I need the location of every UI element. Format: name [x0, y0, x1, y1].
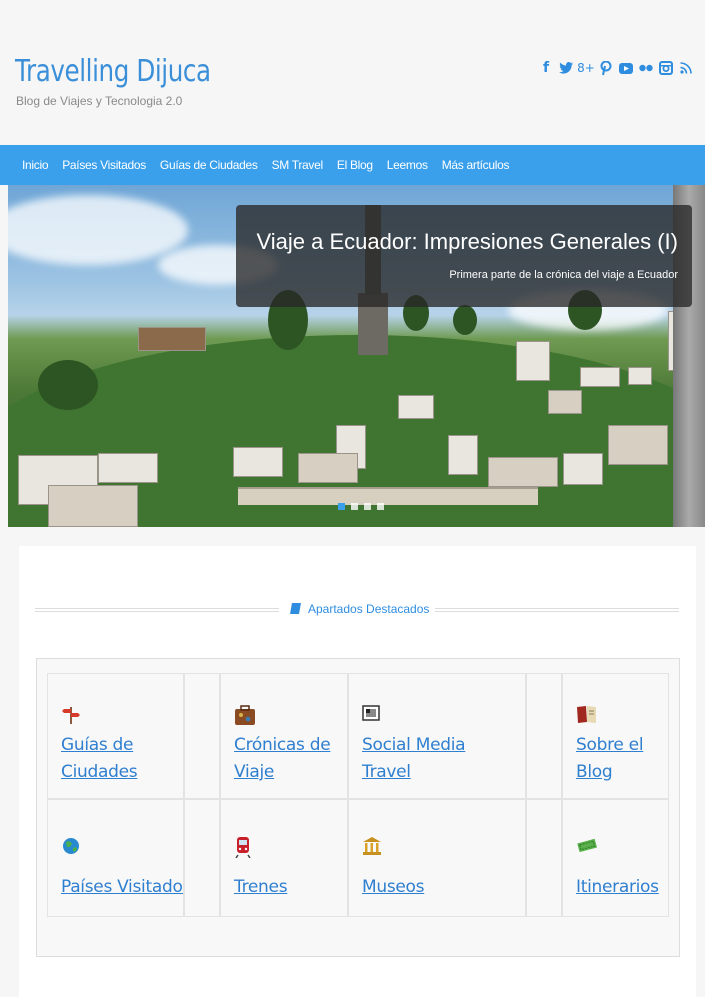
site-header: Travelling Dijuca Blog de Viajes y Tecno… — [0, 0, 705, 145]
globe-icon — [61, 836, 81, 856]
feature-cell-spacer — [184, 673, 220, 799]
house — [516, 341, 550, 381]
featured-section: Apartados Destacados Guías de Ciudades Cr… — [19, 546, 696, 997]
feature-cell-spacer — [526, 799, 562, 917]
house — [488, 457, 558, 487]
feature-link-cronicas-de-viaje[interactable]: Crónicas de Viaje — [234, 732, 331, 786]
nav-item-guias-de-ciudades[interactable]: Guías de Ciudades — [160, 158, 258, 172]
feature-link-museos[interactable]: Museos — [362, 874, 425, 901]
feature-link-guias-de-ciudades[interactable]: Guías de Ciudades — [61, 732, 138, 786]
section-title: Apartados Destacados — [290, 602, 429, 616]
site-tagline: Blog de Viajes y Tecnologia 2.0 — [16, 94, 183, 108]
social-links: f 8+ — [539, 60, 693, 76]
tree — [453, 305, 477, 335]
nav-item-el-blog[interactable]: El Blog — [337, 158, 373, 172]
rss-icon[interactable] — [679, 60, 693, 76]
features-grid: Guías de Ciudades Crónicas de Viaje Social… — [47, 673, 669, 917]
main-nav: Inicio Países Visitados Guías de Ciudade… — [0, 145, 705, 185]
nav-item-sm-travel[interactable]: SM Travel — [272, 158, 324, 172]
feature-cell: Guías de Ciudades — [47, 673, 184, 799]
feature-link-itinerarios[interactable]: Itinerarios — [576, 874, 659, 901]
feature-cell: Crónicas de Viaje — [220, 673, 348, 799]
nav-item-mas-articulos[interactable]: Más artículos — [442, 158, 510, 172]
nav-item-leemos[interactable]: Leemos — [387, 158, 428, 172]
pinterest-icon[interactable] — [599, 60, 613, 76]
suitcase-icon — [234, 704, 255, 725]
feature-cell-spacer — [526, 673, 562, 799]
feature-link-trenes[interactable]: Trenes — [234, 874, 288, 901]
museum-icon — [362, 836, 382, 856]
feature-cell: Países Visitados — [47, 799, 184, 917]
house — [233, 447, 283, 477]
house — [398, 395, 434, 419]
slide-title[interactable]: Viaje a Ecuador: Impresiones Generales (… — [257, 229, 678, 255]
house — [563, 453, 603, 485]
cloud — [8, 195, 188, 265]
house — [448, 435, 478, 475]
book-icon — [576, 704, 596, 724]
slide-dot[interactable] — [338, 503, 345, 510]
instagram-icon[interactable] — [659, 60, 673, 76]
slider-pagination — [338, 503, 384, 510]
tree — [38, 360, 98, 410]
house — [98, 453, 158, 483]
slide-subtitle: Primera parte de la crónica del viaje a … — [449, 269, 678, 281]
feature-link-social-media-travel[interactable]: Social Media Travel — [362, 732, 466, 786]
googleplus-icon[interactable]: 8+ — [577, 60, 595, 76]
hero-slider[interactable]: Viaje a Ecuador: Impresiones Generales (… — [8, 185, 705, 527]
picture-frame-icon — [362, 704, 382, 724]
house — [580, 367, 620, 387]
slide-dot[interactable] — [364, 503, 371, 510]
facebook-icon[interactable]: f — [539, 60, 553, 76]
twitter-icon[interactable] — [559, 60, 573, 76]
heading-divider — [435, 608, 679, 612]
nav-item-inicio[interactable]: Inicio — [22, 158, 49, 172]
house — [628, 367, 652, 385]
slide-dot[interactable] — [377, 503, 384, 510]
train-icon — [234, 836, 254, 859]
feature-cell: Sobre el Blog — [562, 673, 669, 799]
heading-divider — [35, 608, 279, 612]
feature-cell: Itinerarios — [562, 799, 669, 917]
section-heading: Apartados Destacados — [35, 600, 679, 620]
stone-wall — [238, 487, 538, 505]
feature-link-paises-visitados[interactable]: Países Visitados — [61, 874, 183, 901]
house — [298, 453, 358, 483]
feature-link-sobre-el-blog[interactable]: Sobre el Blog — [576, 732, 644, 786]
book-icon — [290, 603, 301, 614]
house — [138, 327, 206, 351]
slide-caption[interactable]: Viaje a Ecuador: Impresiones Generales (… — [236, 205, 692, 307]
feature-cell: Social Media Travel — [348, 673, 526, 799]
feature-cell: Trenes — [220, 799, 348, 917]
site-title[interactable]: Travelling Dijuca — [15, 54, 211, 89]
youtube-icon[interactable] — [619, 60, 633, 76]
slide-dot[interactable] — [351, 503, 358, 510]
feature-cell-spacer — [184, 799, 220, 917]
nav-item-paises-visitados[interactable]: Países Visitados — [62, 158, 146, 172]
house — [548, 390, 582, 414]
ticket-icon — [576, 836, 597, 856]
house — [48, 485, 138, 527]
flickr-icon[interactable] — [639, 60, 653, 76]
feature-cell: Museos — [348, 799, 526, 917]
signpost-icon — [61, 704, 81, 724]
features-panel: Guías de Ciudades Crónicas de Viaje Social… — [36, 658, 680, 957]
house — [608, 425, 668, 465]
